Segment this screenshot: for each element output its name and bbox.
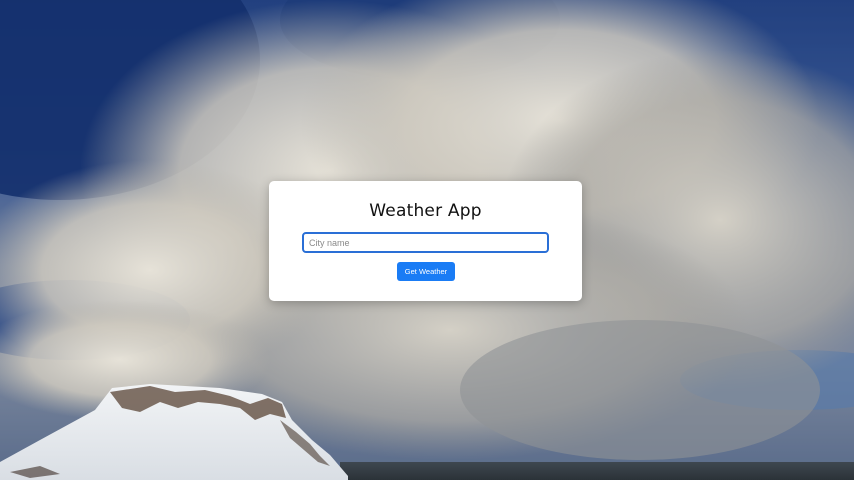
page-background: Weather App Get Weather bbox=[0, 0, 854, 480]
get-weather-button[interactable]: Get Weather bbox=[397, 262, 455, 281]
city-name-input[interactable] bbox=[302, 232, 549, 253]
app-title: Weather App bbox=[369, 201, 482, 221]
weather-card: Weather App Get Weather bbox=[269, 181, 582, 301]
